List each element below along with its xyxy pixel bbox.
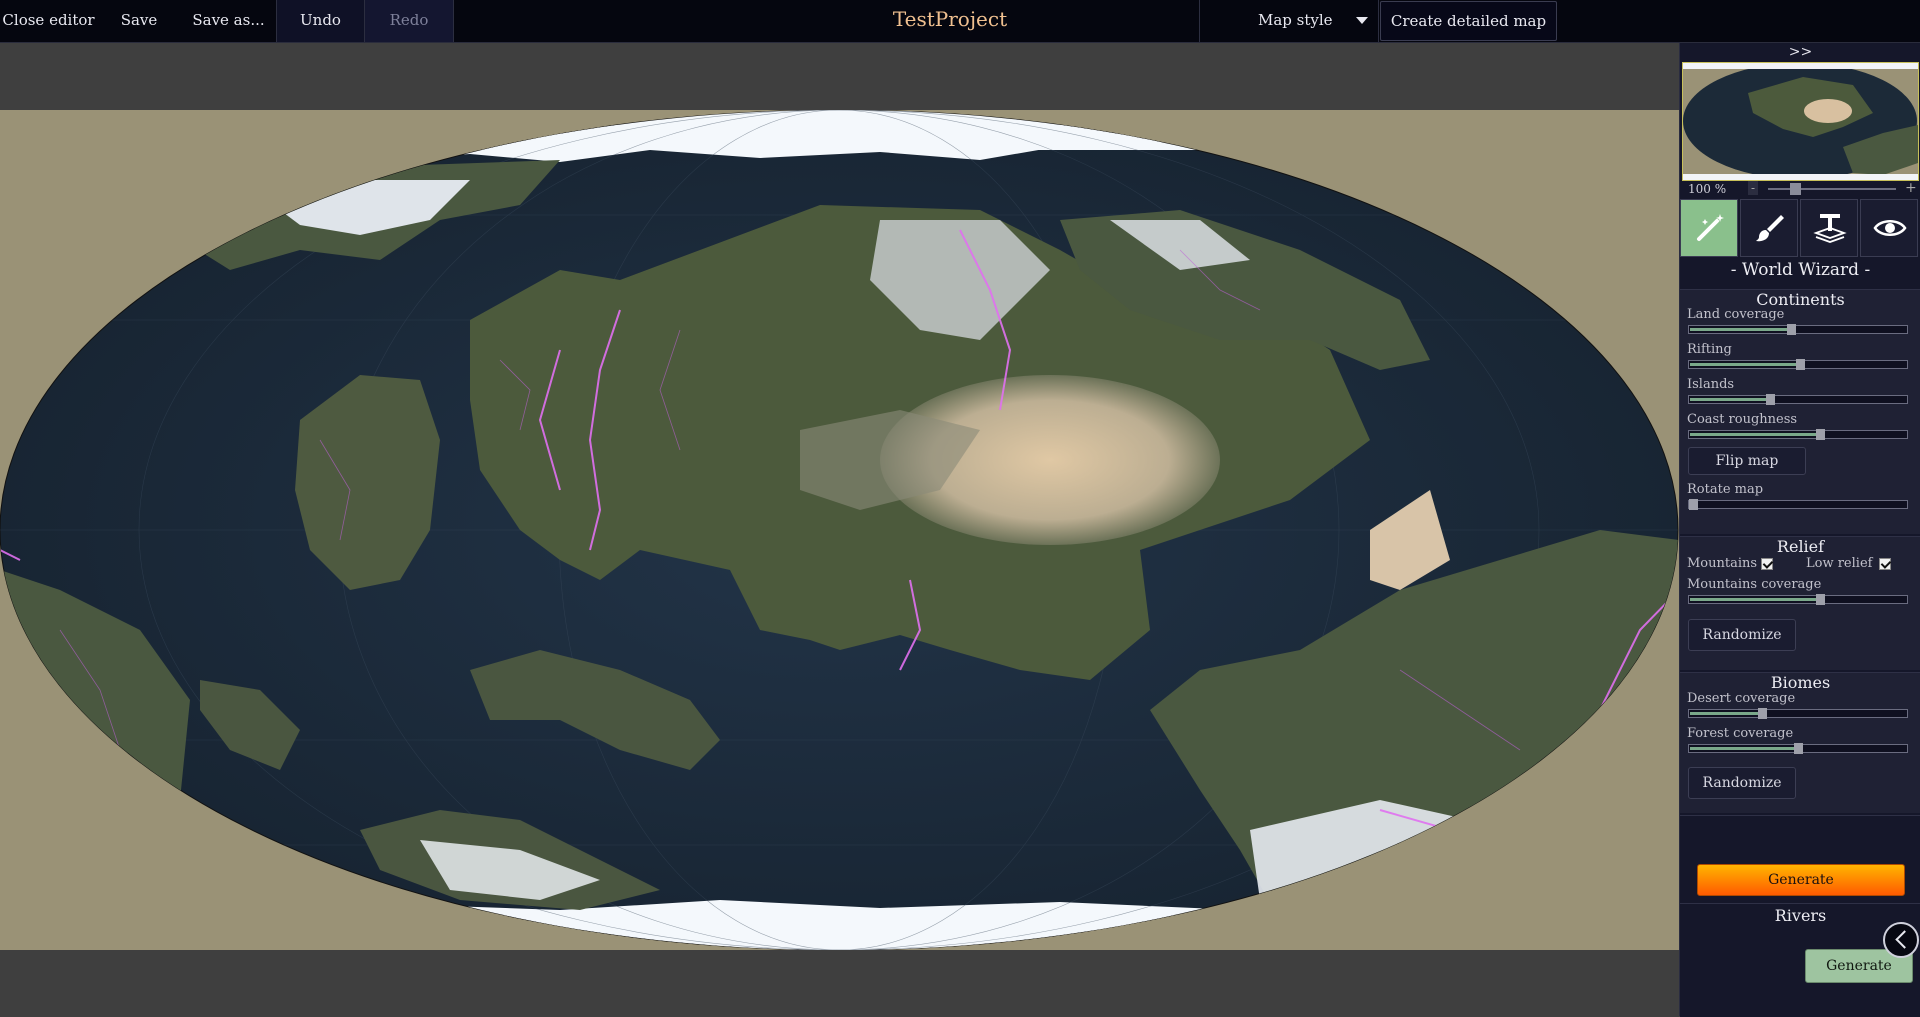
- world-map[interactable]: [0, 110, 1679, 950]
- zoom-in-button[interactable]: +: [1905, 181, 1917, 195]
- low-relief-checkbox[interactable]: [1879, 558, 1891, 570]
- tool-view[interactable]: [1860, 199, 1918, 257]
- tool-text[interactable]: [1800, 199, 1858, 257]
- randomize-biomes-button[interactable]: Randomize: [1688, 767, 1796, 799]
- collapse-panel-button[interactable]: >>: [1680, 43, 1920, 61]
- mountains-coverage-label: Mountains coverage: [1687, 577, 1822, 592]
- section-title: Rivers: [1774, 906, 1827, 925]
- zoom-slider[interactable]: [1768, 188, 1896, 190]
- slider-fill: [1690, 598, 1817, 601]
- zoom-level: 100 %: [1688, 182, 1727, 196]
- chevron-left-icon[interactable]: [1883, 922, 1919, 958]
- slider-thumb[interactable]: [1787, 324, 1796, 335]
- generate-section: Generate: [1680, 815, 1920, 916]
- forest-coverage-slider[interactable]: [1688, 743, 1908, 754]
- coast-roughness-label: Coast roughness: [1687, 412, 1798, 427]
- low-relief-label: Low relief: [1806, 556, 1873, 571]
- tool-tabs: [1680, 199, 1920, 257]
- islands-label: Islands: [1687, 377, 1735, 392]
- islands-slider[interactable]: [1688, 394, 1908, 405]
- tool-world-wizard[interactable]: [1680, 199, 1738, 257]
- slider-fill: [1690, 398, 1767, 401]
- map-style-dropdown[interactable]: Map style: [1199, 0, 1379, 42]
- slider-thumb[interactable]: [1794, 743, 1803, 754]
- save-as-button[interactable]: Save as...: [181, 0, 276, 42]
- desert-coverage-slider[interactable]: [1688, 708, 1908, 719]
- rotate-map-slider[interactable]: [1688, 499, 1908, 510]
- eye-icon: [1873, 220, 1907, 236]
- slider-thumb[interactable]: [1689, 499, 1698, 510]
- rivers-section: Rivers Generate: [1680, 903, 1920, 1017]
- desert-coverage-label: Desert coverage: [1687, 691, 1796, 706]
- section-title: Relief: [1776, 537, 1825, 556]
- slider-fill: [1690, 747, 1795, 750]
- toolbar-divider: [453, 0, 454, 42]
- biomes-section: Biomes Desert coverage Forest coverage R…: [1680, 672, 1920, 813]
- mountains-coverage-slider[interactable]: [1688, 594, 1908, 605]
- land-coverage-slider[interactable]: [1688, 324, 1908, 335]
- close-editor-button[interactable]: Close editor: [0, 0, 97, 42]
- map-style-label: Map style: [1258, 11, 1333, 29]
- rotate-map-label: Rotate map: [1687, 482, 1764, 497]
- slider-fill: [1690, 433, 1817, 436]
- slider-fill: [1690, 363, 1797, 366]
- side-panel: >> 100 % - + - World Wizard - Continents…: [1679, 43, 1920, 1017]
- minimap[interactable]: [1682, 62, 1919, 181]
- mountains-checkbox[interactable]: [1761, 558, 1773, 570]
- slider-thumb[interactable]: [1796, 359, 1805, 370]
- section-title: Biomes: [1770, 673, 1831, 692]
- slider-fill: [1690, 328, 1788, 331]
- generate-button[interactable]: Generate: [1697, 864, 1905, 896]
- text-layers-icon: [1813, 214, 1847, 243]
- magic-wand-icon: [1697, 214, 1724, 241]
- rifting-slider[interactable]: [1688, 359, 1908, 370]
- save-button[interactable]: Save: [97, 0, 181, 42]
- zoom-slider-thumb[interactable]: [1790, 183, 1801, 195]
- randomize-relief-button[interactable]: Randomize: [1688, 619, 1796, 651]
- land-coverage-label: Land coverage: [1687, 307, 1785, 322]
- create-detailed-map-button[interactable]: Create detailed map: [1380, 1, 1557, 41]
- chevron-down-icon: [1356, 17, 1368, 24]
- brush-icon: [1756, 215, 1784, 242]
- rifting-label: Rifting: [1687, 342, 1732, 357]
- slider-thumb[interactable]: [1816, 594, 1825, 605]
- top-toolbar: Close editor Save Save as... Undo Redo T…: [0, 0, 1920, 43]
- continents-section: Continents Land coverage Rifting Islands…: [1680, 289, 1920, 534]
- undo-button[interactable]: Undo: [277, 0, 364, 42]
- tool-brush[interactable]: [1740, 199, 1798, 257]
- mountains-label: Mountains: [1687, 556, 1758, 571]
- south-ice-shelf: [320, 900, 1260, 950]
- zoom-control: 100 % - +: [1680, 181, 1920, 197]
- relief-section: Relief Mountains Low relief Mountains co…: [1680, 536, 1920, 670]
- zoom-out-button[interactable]: -: [1748, 181, 1758, 195]
- minimap-image: [1683, 63, 1918, 180]
- slider-fill: [1690, 712, 1759, 715]
- forest-coverage-label: Forest coverage: [1687, 726, 1794, 741]
- redo-button[interactable]: Redo: [365, 0, 453, 42]
- project-title: TestProject: [892, 7, 1008, 31]
- coast-roughness-slider[interactable]: [1688, 429, 1908, 440]
- map-canvas[interactable]: [0, 110, 1679, 950]
- slider-thumb[interactable]: [1766, 394, 1775, 405]
- flip-map-button[interactable]: Flip map: [1688, 447, 1806, 475]
- panel-title: - World Wizard -: [1730, 260, 1871, 280]
- slider-thumb[interactable]: [1758, 708, 1767, 719]
- slider-thumb[interactable]: [1816, 429, 1825, 440]
